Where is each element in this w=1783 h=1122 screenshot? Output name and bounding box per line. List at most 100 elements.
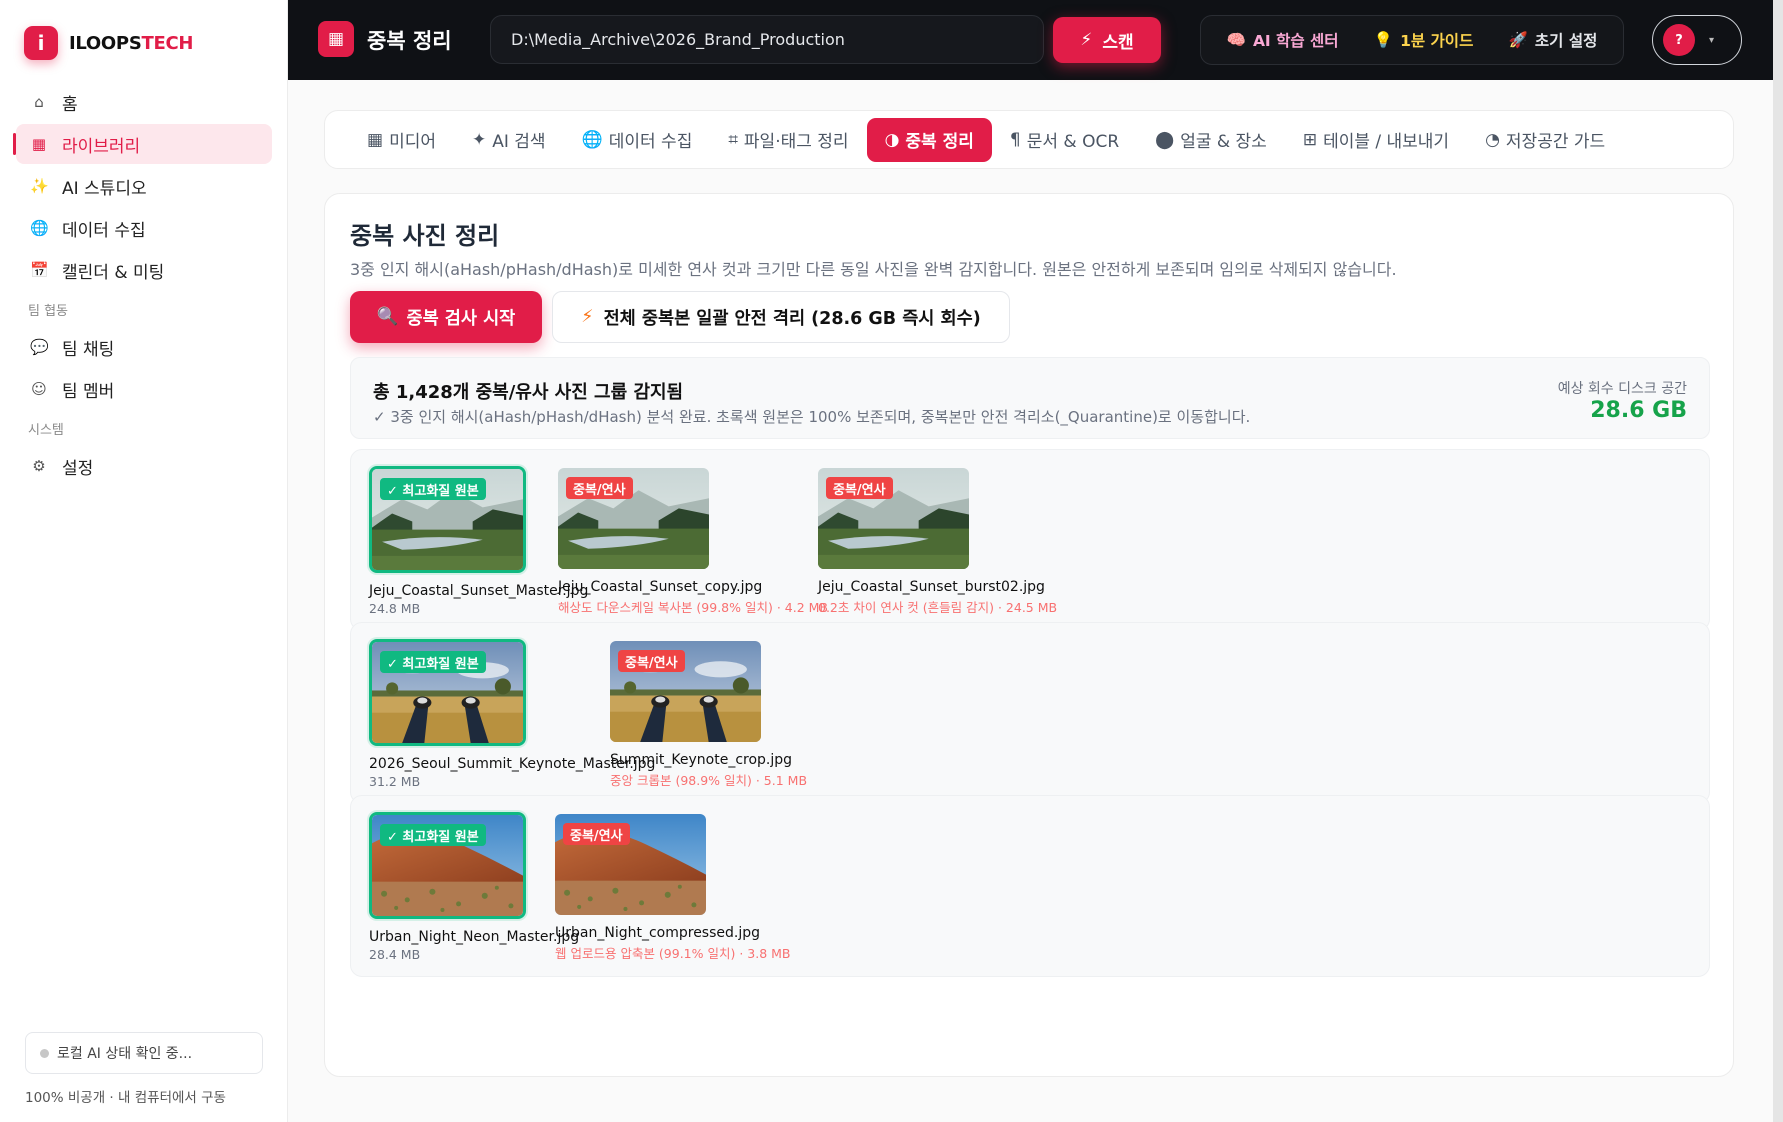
top-bar: ▦ 중복 정리 D:\Media_Archive\2026_Brand_Prod… xyxy=(288,0,1773,80)
duplicate-photo-item[interactable]: 중복/연사 Urban_Night_compressed.jpg 웹 업로드용 압축… xyxy=(555,814,791,962)
saved-space-label: 예상 회수 디스크 공간 xyxy=(1557,381,1687,397)
help-menu[interactable]: ? ▾ xyxy=(1652,15,1742,65)
sparkles-icon: ✨ xyxy=(30,177,49,195)
tab-label: 테이블 / 내보내기 xyxy=(1323,132,1450,152)
sidebar-item-team-chat[interactable]: 💬 팀 채팅 xyxy=(16,327,272,367)
grid-icon: ▦ xyxy=(318,21,354,57)
lightning-icon: ⚡ xyxy=(1080,30,1093,50)
file-meta: 중앙 크롭본 (98.9% 일치) · 5.1 MB xyxy=(610,773,808,788)
ai-learning-center-button[interactable]: 🧠 AI 학습 센터 xyxy=(1227,29,1339,51)
help-icon: ? xyxy=(1663,24,1695,56)
lightbulb-icon: 💡 xyxy=(1373,31,1394,49)
tab-file-tag[interactable]: ⌗ 파일·태그 정리 xyxy=(710,118,866,162)
duplicate-photo-item[interactable]: 중복/연사 Summit_Keynote_crop.jpg 중앙 크롭본 (98.9… xyxy=(610,641,807,789)
tab-label: 데이터 수집 xyxy=(608,132,693,152)
duplicates-card: 중복 사진 정리 3중 인지 해시(aHash/pHash/dHash)로 미세… xyxy=(324,193,1734,1077)
section-description: 3중 인지 해시(aHash/pHash/dHash)로 미세한 연사 컷과 크… xyxy=(350,260,1397,279)
sidebar-item-label: 라이브러리 xyxy=(62,136,141,157)
sidebar-item-settings[interactable]: ⚙ 설정 xyxy=(16,446,272,486)
brand[interactable]: i ILOOPSTECH xyxy=(24,26,193,60)
quick-guide-label: 1분 가이드 xyxy=(1400,32,1474,50)
saved-space-value: 28.6 GB xyxy=(1590,398,1687,423)
rocket-icon: 🚀 xyxy=(1508,31,1528,49)
top-actions-group: 🧠 AI 학습 센터 💡 1분 가이드 🚀 초기 설정 xyxy=(1200,15,1624,65)
sidebar-item-data-collection[interactable]: 🌐 데이터 수집 xyxy=(16,208,272,248)
tab-faces-places[interactable]: ⬤ 얼굴 & 장소 xyxy=(1137,118,1285,162)
local-ai-status[interactable]: 로컬 AI 상태 확인 중... xyxy=(25,1032,263,1074)
chat-bubble-icon: 💬 xyxy=(30,338,49,356)
pie-icon: ◔ xyxy=(1485,129,1500,150)
brand-name-main: ILOOPS xyxy=(69,32,142,54)
photo-thumbnail[interactable]: 중복/연사 xyxy=(818,468,969,569)
nav-section-system: 시스템 xyxy=(28,423,64,438)
smiley-icon: ☺ xyxy=(31,380,47,398)
scrollbar-track[interactable] xyxy=(1773,0,1783,1122)
circle-icon: ⬤ xyxy=(1155,129,1175,150)
file-meta: 웹 업로드용 압축본 (99.1% 일치) · 3.8 MB xyxy=(555,946,791,961)
sidebar-item-label: 팀 채팅 xyxy=(62,339,115,360)
file-name: Jeju_Coastal_Sunset_Master.jpg xyxy=(369,583,589,599)
master-photo-item[interactable]: ✓ 최고화질 원본 Jeju_Coastal_Sunset_Master.jpg 2… xyxy=(369,466,588,616)
summary-description: ✓ 3중 인지 해시(aHash/pHash/dHash) 분석 완료. 초록색… xyxy=(373,408,1251,426)
brand-logo-icon: i xyxy=(24,26,58,60)
photo-thumbnail[interactable]: 중복/연사 xyxy=(558,468,709,569)
tab-storage-guard[interactable]: ◔ 저장공간 가드 xyxy=(1467,118,1623,162)
duplicate-badge: 중복/연사 xyxy=(826,477,893,499)
nav-section-team: 팀 협동 xyxy=(28,304,69,319)
quick-guide-button[interactable]: 💡 1분 가이드 xyxy=(1374,29,1474,51)
master-photo-item[interactable]: ✓ 최고화질 원본 Urban_Night_Neon_Master.jpg 28.4… xyxy=(369,812,579,962)
duplicate-group: ✓ 최고화질 원본 2026_Seoul_Summit_Keynote_Maste… xyxy=(350,622,1710,804)
half-circle-icon: ◑ xyxy=(884,129,900,150)
tab-label: 미디어 xyxy=(389,132,436,152)
path-input[interactable]: D:\Media_Archive\2026_Brand_Production xyxy=(490,15,1044,64)
status-text: 로컬 AI 상태 확인 중... xyxy=(57,1046,193,1062)
tab-docs-ocr[interactable]: ¶ 문서 & OCR xyxy=(992,118,1137,162)
tab-duplicates[interactable]: ◑ 중복 정리 xyxy=(866,117,992,162)
start-scan-label: 중복 검사 시작 xyxy=(406,308,516,329)
photo-thumbnail[interactable]: 중복/연사 xyxy=(610,641,761,742)
duplicate-badge: 중복/연사 xyxy=(566,477,633,499)
tab-table-export[interactable]: ⊞ 테이블 / 내보내기 xyxy=(1285,118,1467,162)
sidebar-item-home[interactable]: ⌂ 홈 xyxy=(16,82,272,122)
magnifier-icon: 🔍 xyxy=(376,307,399,327)
globe-icon: 🌐 xyxy=(30,219,49,237)
scan-button[interactable]: ⚡ 스캔 xyxy=(1053,17,1161,63)
quarantine-all-label: 전체 중복본 일괄 안전 격리 (28.6 GB 즉시 회수) xyxy=(603,308,981,329)
photo-thumbnail[interactable]: 중복/연사 xyxy=(555,814,706,915)
privacy-note: 100% 비공개 · 내 컴퓨터에서 구동 xyxy=(25,1090,226,1106)
tab-ai-search[interactable]: ✦ AI 검색 xyxy=(454,118,564,162)
photo-thumbnail[interactable]: ✓ 최고화질 원본 xyxy=(369,812,526,919)
sidebar-item-calendar[interactable]: 📅 캘린더 & 미팅 xyxy=(16,250,272,290)
duplicate-photo-item[interactable]: 중복/연사 Jeju_Coastal_Sunset_copy.jpg 해상도 다운스… xyxy=(558,468,828,616)
grid-icon: ▦ xyxy=(367,129,384,150)
gear-icon: ⚙ xyxy=(32,457,46,475)
photo-thumbnail[interactable]: ✓ 최고화질 원본 xyxy=(369,466,526,573)
master-badge: ✓ 최고화질 원본 xyxy=(380,651,486,673)
tab-label: 중복 정리 xyxy=(905,132,974,152)
chevron-down-icon: ▾ xyxy=(1709,34,1715,46)
sidebar-item-team-members[interactable]: ☺ 팀 멤버 xyxy=(16,369,272,409)
sidebar-item-label: 캘린더 & 미팅 xyxy=(62,262,165,283)
duplicate-photo-item[interactable]: 중복/연사 Jeju_Coastal_Sunset_burst02.jpg 0.2초… xyxy=(818,468,1057,616)
ai-learning-center-label: AI 학습 센터 xyxy=(1252,32,1339,50)
table-icon: ⊞ xyxy=(1302,129,1318,150)
initial-setup-button[interactable]: 🚀 초기 설정 xyxy=(1509,29,1598,51)
sidebar-item-ai-studio[interactable]: ✨ AI 스튜디오 xyxy=(16,166,272,206)
quarantine-all-button[interactable]: ⚡ 전체 중복본 일괄 안전 격리 (28.6 GB 즉시 회수) xyxy=(552,291,1010,343)
file-meta: 24.8 MB xyxy=(369,601,421,616)
sidebar-item-library[interactable]: ▦ 라이브러리 xyxy=(13,124,272,164)
file-name: Jeju_Coastal_Sunset_burst02.jpg xyxy=(818,579,1045,595)
lightning-icon: ⚡ xyxy=(581,307,594,327)
photo-thumbnail[interactable]: ✓ 최고화질 원본 xyxy=(369,639,526,746)
file-name: Urban_Night_compressed.jpg xyxy=(555,925,761,941)
tab-label: 저장공간 가드 xyxy=(1505,132,1606,152)
master-badge: ✓ 최고화질 원본 xyxy=(380,478,486,500)
tab-bar: ▦ 미디어 ✦ AI 검색 🌐 데이터 수집 ⌗ 파일·태그 정리 ◑ 중복 정리 ¶ 문서… xyxy=(324,110,1734,169)
tab-media[interactable]: ▦ 미디어 xyxy=(349,118,454,162)
brand-name-accent: TECH xyxy=(141,32,194,54)
brand-name: ILOOPSTECH xyxy=(69,33,193,54)
duplicate-badge: 중복/연사 xyxy=(563,823,630,845)
start-duplicate-scan-button[interactable]: 🔍 중복 검사 시작 xyxy=(350,291,542,343)
tab-data-collection[interactable]: 🌐 데이터 수집 xyxy=(564,118,711,162)
summary-title: 총 1,428개 중복/유사 사진 그룹 감지됨 xyxy=(373,382,684,403)
